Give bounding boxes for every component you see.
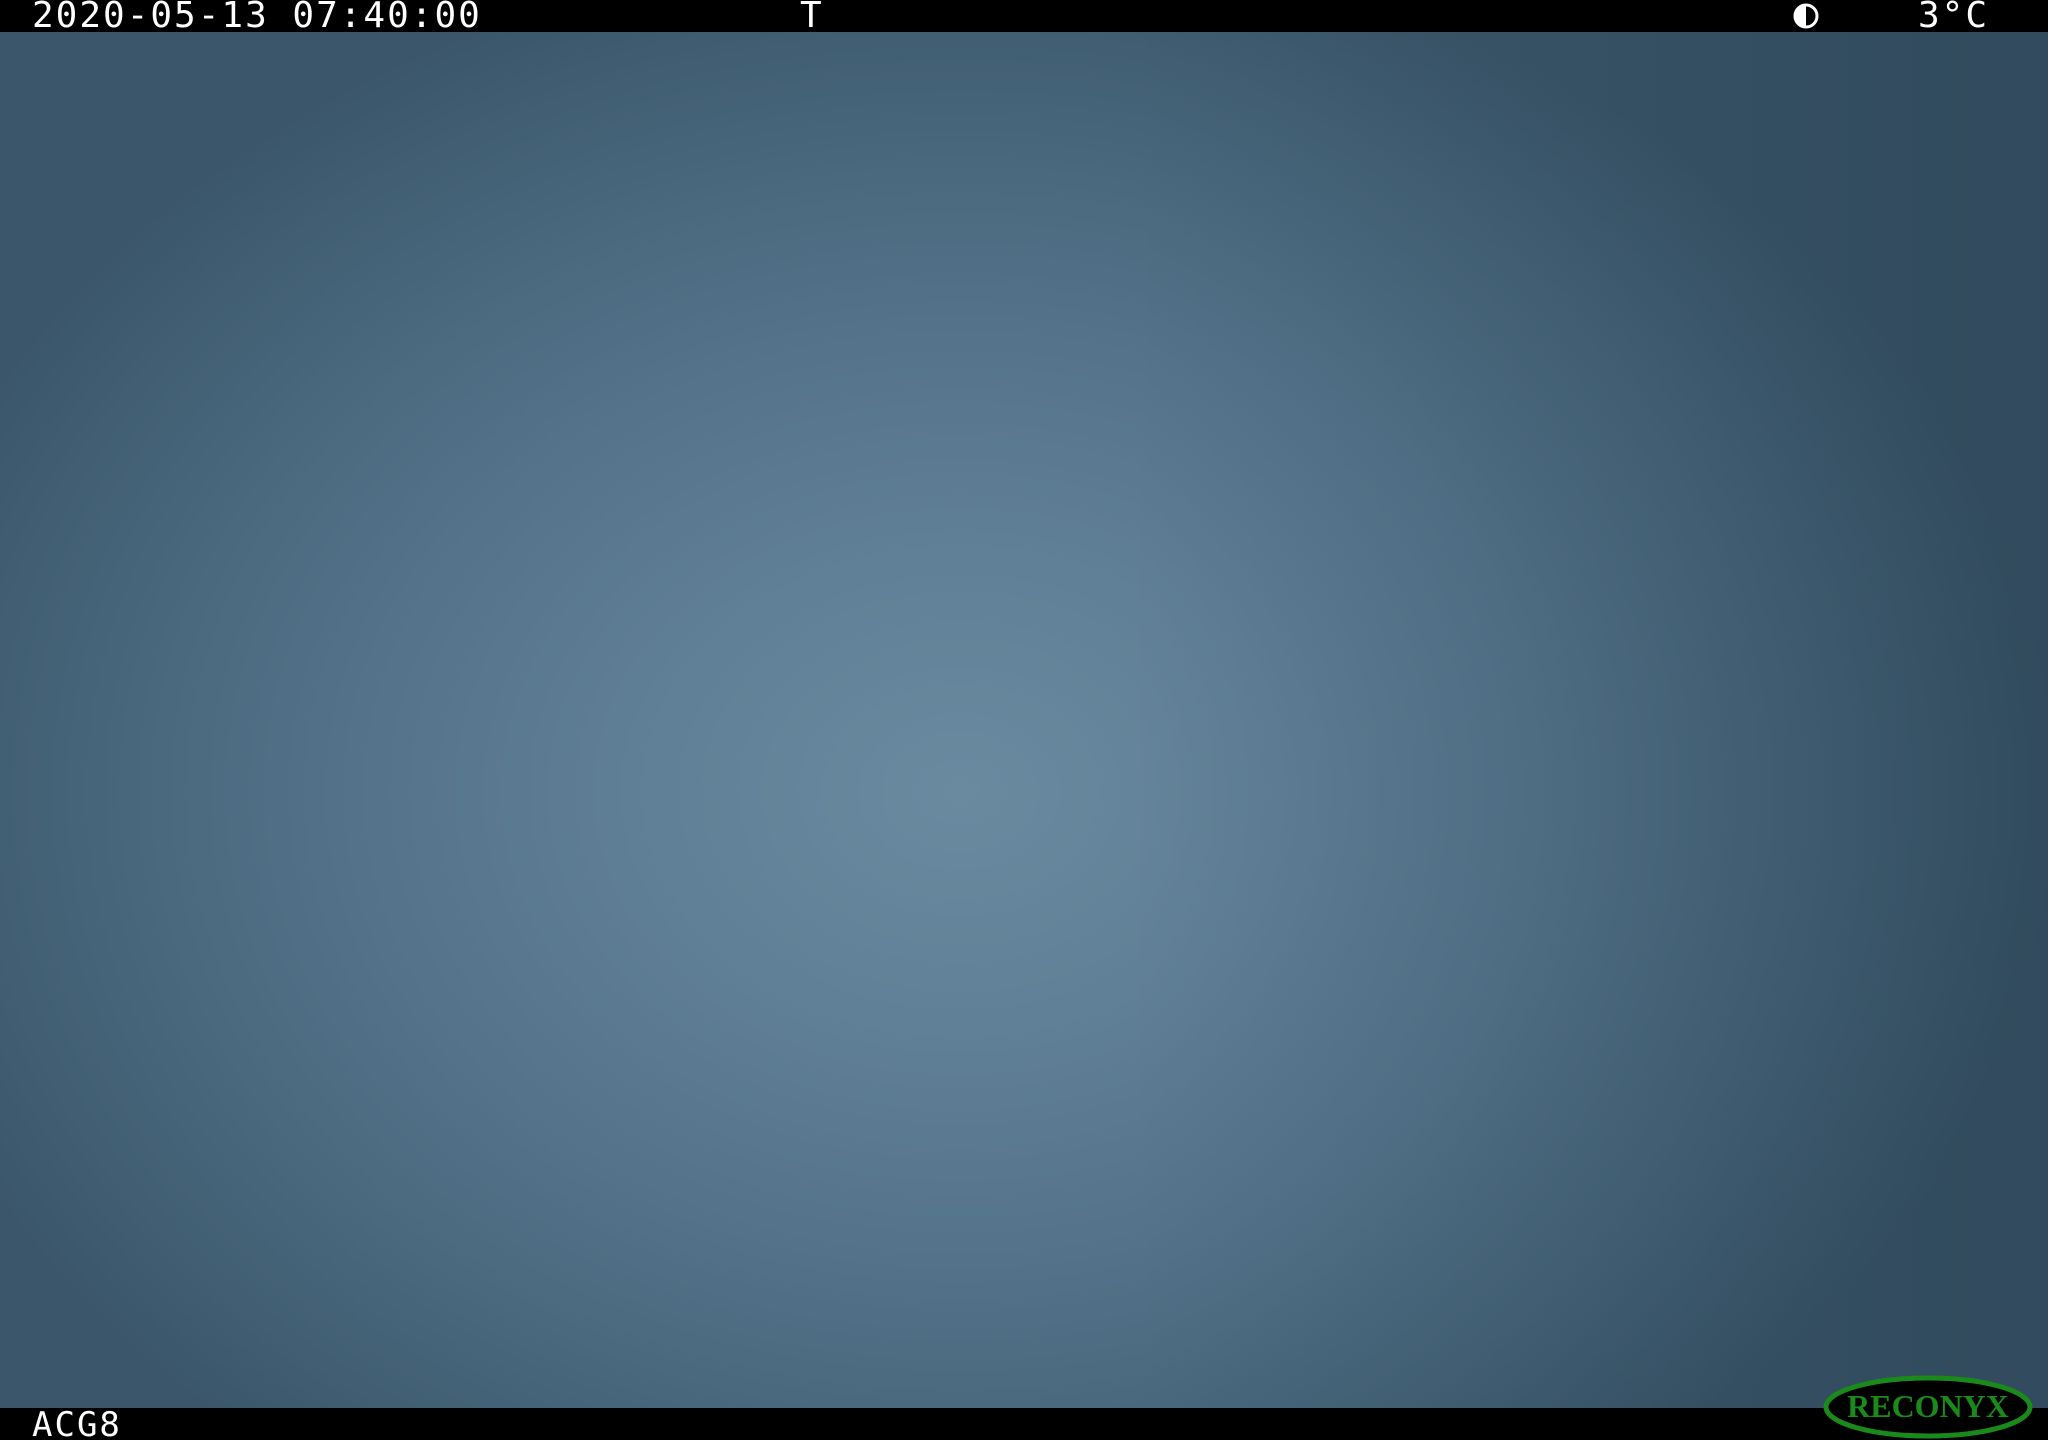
- logo-text: RECONYX: [1847, 1388, 2009, 1424]
- timestamp: 2020-05-13 07:40:00: [32, 0, 482, 36]
- camera-id: ACG8: [32, 1405, 122, 1440]
- top-info-bar: 2020-05-13 07:40:00 T 3°C: [0, 0, 2048, 36]
- half-moon-icon: [1792, 2, 1820, 30]
- reconyx-logo: RECONYX: [1822, 1374, 2034, 1440]
- trigger-indicator: T: [800, 0, 824, 36]
- temperature-readout: 3°C: [1918, 0, 1990, 36]
- trail-camera-frame: 2020-05-13 07:40:00 T 3°C ACG8 RECONYX: [0, 0, 2048, 1440]
- sky-vignette: [0, 32, 2048, 1408]
- bottom-info-bar: ACG8: [0, 1408, 2048, 1440]
